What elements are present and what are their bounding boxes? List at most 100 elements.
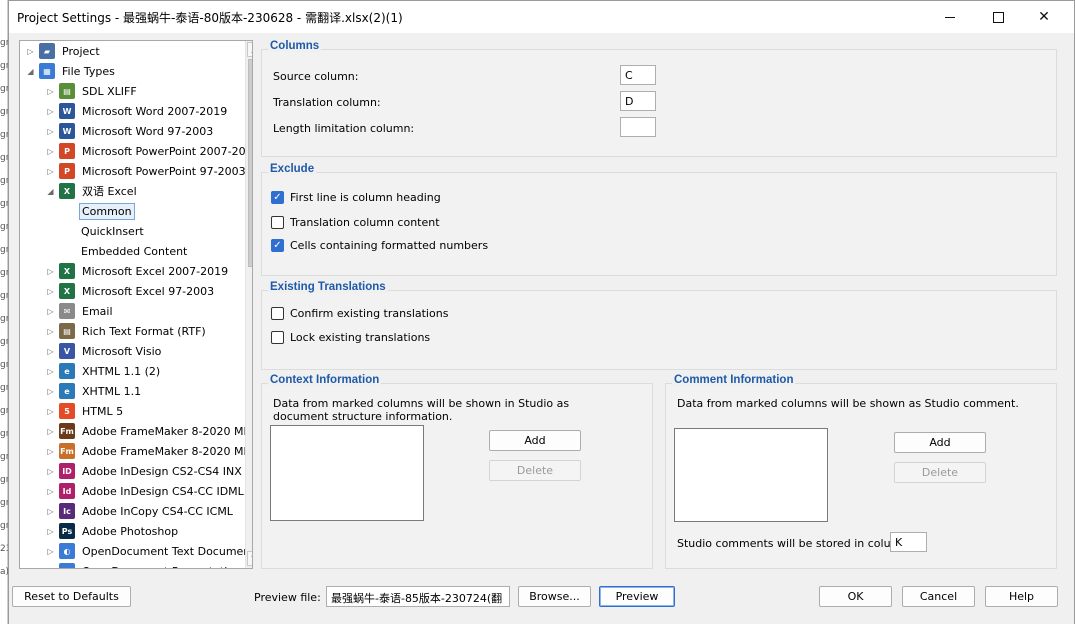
tree-item-label: Adobe FrameMaker 8-2020 MI — [82, 444, 247, 458]
browse-button[interactable]: Browse... — [518, 586, 591, 607]
cancel-button[interactable]: Cancel — [902, 586, 975, 607]
maximize-button[interactable] — [975, 1, 1021, 33]
expand-toggle-icon[interactable]: ▷ — [46, 287, 55, 296]
expand-toggle-icon[interactable]: ▷ — [46, 307, 55, 316]
comment-add-button[interactable]: Add — [894, 432, 986, 453]
length-limitation-label: Length limitation column: — [273, 122, 415, 135]
first-line-heading-checkbox[interactable]: ✓ First line is column heading — [271, 191, 441, 204]
expand-toggle-icon[interactable]: ▷ — [46, 447, 55, 456]
tree-scrollbar[interactable]: ▲ ▼ — [245, 41, 252, 568]
scroll-thumb[interactable] — [248, 59, 252, 267]
expand-toggle-icon[interactable]: ▷ — [46, 407, 55, 416]
close-button[interactable]: ✕ — [1021, 1, 1067, 33]
tree-item[interactable]: ▷ Ps Adobe Photoshop — [46, 521, 180, 541]
expand-toggle-icon[interactable]: ▷ — [46, 367, 55, 376]
title-bar[interactable]: Project Settings - 最强蜗牛-泰语-80版本-230628 -… — [9, 1, 1074, 33]
scroll-up-button[interactable]: ▲ — [247, 42, 252, 57]
maximize-icon — [992, 11, 1004, 23]
checkbox-unchecked-icon — [271, 331, 284, 344]
photoshop-icon: Ps — [59, 523, 75, 539]
source-column-field[interactable]: C — [620, 65, 656, 85]
context-information-title: Context Information — [268, 374, 382, 386]
tree-item[interactable]: Common — [66, 201, 135, 221]
translation-content-checkbox[interactable]: Translation column content — [271, 216, 440, 229]
tree-item[interactable]: ▷ ▰ Project — [26, 41, 102, 61]
expand-toggle-icon[interactable]: ▷ — [46, 547, 55, 556]
ok-button[interactable]: OK — [819, 586, 892, 607]
preview-button[interactable]: Preview — [599, 586, 675, 607]
tree-item[interactable]: ▷ X Microsoft Excel 97-2003 — [46, 281, 216, 301]
expand-toggle-icon[interactable]: ▷ — [26, 47, 35, 56]
tree-item[interactable]: ▷ 5 HTML 5 — [46, 401, 125, 421]
length-limitation-field[interactable] — [620, 117, 656, 137]
help-button[interactable]: Help — [985, 586, 1058, 607]
lock-existing-checkbox[interactable]: Lock existing translations — [271, 331, 430, 344]
tree-item[interactable]: ▷ ✉ Email — [46, 301, 115, 321]
settings-tree[interactable]: ▷ ▰ Project ◢ ▦ File Types ▷ ▤ SDL XLIFF ▷ W Micros… — [19, 40, 253, 569]
expand-toggle-icon[interactable]: ▷ — [46, 127, 55, 136]
tree-item[interactable]: ▷ X Microsoft Excel 2007-2019 — [46, 261, 230, 281]
expand-toggle-icon[interactable]: ◢ — [26, 67, 35, 76]
comment-delete-button[interactable]: Delete — [894, 462, 986, 483]
excel-icon: X — [59, 263, 75, 279]
expand-toggle-icon[interactable]: ▷ — [46, 487, 55, 496]
scroll-down-button[interactable]: ▼ — [247, 551, 252, 566]
exclude-group: Exclude ✓ First line is column heading Tr… — [261, 163, 1057, 276]
formatted-numbers-checkbox[interactable]: ✓ Cells containing formatted numbers — [271, 239, 488, 252]
tree-item[interactable]: ▷ ◐ OpenDocument Text Documen — [46, 541, 252, 561]
translation-column-field[interactable]: D — [620, 91, 656, 111]
tree-item[interactable]: ▷ V Microsoft Visio — [46, 341, 163, 361]
background-text-fragment: gr — [0, 360, 8, 370]
tree-item[interactable]: ▷ ◐ OpenDocument Presentation ( — [46, 561, 251, 569]
tree-item-label: Microsoft Visio — [82, 344, 162, 358]
tree-item[interactable]: ▷ P Microsoft PowerPoint 97-2003 — [46, 161, 248, 181]
tree-item-label: Microsoft Excel 2007-2019 — [82, 264, 229, 278]
tree-item[interactable]: ▷ e XHTML 1.1 — [46, 381, 143, 401]
expand-toggle-icon[interactable]: ▷ — [46, 107, 55, 116]
tree-item[interactable]: ▷ P Microsoft PowerPoint 2007-20 — [46, 141, 248, 161]
tree-item[interactable]: ▷ Id Adobe InDesign CS4-CC IDML — [46, 481, 246, 501]
comment-column-field[interactable]: K — [890, 532, 927, 552]
minimize-button[interactable] — [927, 1, 973, 33]
expand-toggle-icon[interactable]: ▷ — [46, 507, 55, 516]
tree-item[interactable]: ◢ ▦ File Types — [26, 61, 117, 81]
tree-item[interactable]: ▷ Ic Adobe InCopy CS4-CC ICML — [46, 501, 235, 521]
confirm-existing-checkbox[interactable]: Confirm existing translations — [271, 307, 448, 320]
expand-toggle-icon[interactable]: ▷ — [46, 467, 55, 476]
background-text-fragment: gr — [0, 383, 8, 393]
expand-toggle-icon[interactable]: ▷ — [46, 347, 55, 356]
context-columns-list[interactable] — [270, 425, 424, 521]
context-delete-button[interactable]: Delete — [489, 460, 581, 481]
tree-item[interactable]: ▷ W Microsoft Word 97-2003 — [46, 121, 215, 141]
tree-item[interactable]: Embedded Content — [66, 241, 189, 261]
tree-item-label: Adobe InCopy CS4-CC ICML — [82, 504, 233, 518]
expand-toggle-icon[interactable]: ▷ — [46, 147, 55, 156]
tree-item[interactable]: ▷ ID Adobe InDesign CS2-CS4 INX — [46, 461, 244, 481]
expand-toggle-icon[interactable]: ▷ — [46, 427, 55, 436]
tree-item-label: 双语 Excel — [82, 185, 137, 198]
context-add-button[interactable]: Add — [489, 430, 581, 451]
tree-item[interactable]: ▷ Fm Adobe FrameMaker 8-2020 MI — [46, 421, 249, 441]
tree-item[interactable]: ▷ Fm Adobe FrameMaker 8-2020 MI — [46, 441, 249, 461]
preview-file-field[interactable]: 最强蜗牛-泰语-85版本-230724(翻 — [326, 586, 510, 607]
reset-defaults-button[interactable]: Reset to Defaults — [12, 586, 131, 607]
expand-toggle-icon[interactable]: ▷ — [46, 87, 55, 96]
tree-item-label: File Types — [62, 64, 115, 78]
tree-item[interactable]: ◢ X 双语 Excel — [46, 181, 139, 201]
expand-toggle-icon[interactable]: ▷ — [46, 327, 55, 336]
expand-toggle-icon[interactable]: ▷ — [46, 387, 55, 396]
tree-item[interactable]: ▷ ▤ SDL XLIFF — [46, 81, 139, 101]
tree-item[interactable]: ▷ W Microsoft Word 2007-2019 — [46, 101, 229, 121]
expand-toggle-icon[interactable]: ▷ — [46, 527, 55, 536]
comment-columns-list[interactable] — [674, 428, 828, 522]
expand-toggle-icon[interactable]: ▷ — [46, 167, 55, 176]
tree-item[interactable]: ▷ e XHTML 1.1 (2) — [46, 361, 162, 381]
tree-item[interactable]: QuickInsert — [66, 221, 146, 241]
expand-toggle-icon[interactable]: ◢ — [46, 187, 55, 196]
tree-item[interactable]: ▷ ▤ Rich Text Format (RTF) — [46, 321, 208, 341]
background-text-fragment: gr — [0, 61, 8, 71]
background-text-fragment: gr — [0, 84, 8, 94]
expand-toggle-icon[interactable]: ▷ — [46, 567, 55, 569]
expand-toggle-icon[interactable]: ▷ — [46, 267, 55, 276]
